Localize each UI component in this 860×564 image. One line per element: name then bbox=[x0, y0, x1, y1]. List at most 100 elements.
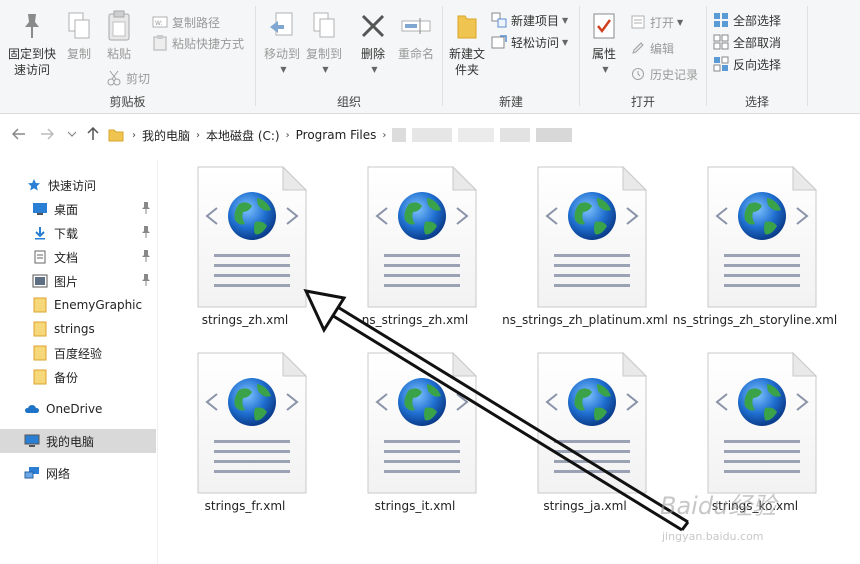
move-to-button[interactable]: 移动到 ▼ bbox=[260, 10, 304, 78]
open-button[interactable]: 打开 ▼ bbox=[630, 12, 683, 32]
properties-button[interactable]: 属性 ▼ bbox=[586, 10, 622, 78]
sidebar-item-backup[interactable]: 备份 bbox=[0, 365, 156, 389]
chevron-down-icon: ▼ bbox=[562, 15, 569, 25]
paste-label: 粘贴 bbox=[106, 47, 131, 61]
breadcrumb-program-files[interactable]: Program Files bbox=[296, 128, 377, 142]
rename-icon bbox=[400, 10, 432, 42]
delete-button[interactable]: 删除 ▼ bbox=[356, 10, 390, 78]
invert-selection-button[interactable]: 反向选择 bbox=[713, 54, 781, 74]
file-name: strings_ja.xml bbox=[543, 499, 627, 513]
rename-button[interactable]: 重命名 bbox=[394, 10, 438, 62]
select-none-button[interactable]: 全部取消 bbox=[713, 32, 781, 52]
file-item[interactable]: ns_strings_zh.xml bbox=[330, 160, 500, 346]
new-item-label: 新建项目 bbox=[511, 13, 560, 28]
pin-icon[interactable] bbox=[140, 225, 152, 239]
sidebar-item-desktop[interactable]: 桌面 bbox=[0, 197, 156, 221]
breadcrumb-this-pc[interactable]: 我的电脑 bbox=[142, 127, 190, 144]
file-item[interactable]: strings_zh.xml bbox=[160, 160, 330, 346]
xml-file-icon bbox=[707, 166, 817, 308]
pin-icon[interactable] bbox=[140, 201, 152, 215]
sidebar-item-enemygraphic[interactable]: EnemyGraphic bbox=[0, 293, 156, 317]
pin-quick-access-button[interactable]: 固定到快速访问 bbox=[6, 10, 58, 78]
sidebar-item-label: 下载 bbox=[54, 226, 79, 241]
edit-label: 编辑 bbox=[650, 41, 675, 56]
select-all-label: 全部选择 bbox=[733, 13, 782, 28]
navigation-bar: › 我的电脑 › 本地磁盘 (C:) › Program Files › bbox=[0, 115, 860, 153]
cut-button[interactable]: 剪切 bbox=[106, 68, 150, 88]
easy-access-label: 轻松访问 bbox=[511, 35, 560, 50]
invert-selection-label: 反向选择 bbox=[733, 57, 782, 72]
forward-arrow-icon[interactable] bbox=[38, 125, 56, 143]
chevron-down-icon: ▼ bbox=[602, 65, 609, 74]
recent-locations-chevron-icon[interactable] bbox=[63, 125, 81, 143]
file-item[interactable]: ns_strings_zh_storyline.xml bbox=[670, 160, 840, 346]
clipboard-group: 固定到快速访问 复制 粘贴 W: 复制路径 粘贴快捷方式 剪切 剪贴板 bbox=[0, 0, 255, 114]
document-icon bbox=[32, 249, 48, 265]
sidebar-item-downloads[interactable]: 下载 bbox=[0, 221, 156, 245]
file-item[interactable]: strings_ko.xml bbox=[670, 346, 840, 532]
easy-access-button[interactable]: 轻松访问 ▼ bbox=[491, 32, 568, 52]
file-item[interactable]: ns_strings_zh_platinum.xml bbox=[500, 160, 670, 346]
file-item[interactable]: strings_it.xml bbox=[330, 346, 500, 532]
cloud-icon bbox=[24, 401, 40, 417]
back-arrow-icon[interactable] bbox=[10, 125, 28, 143]
file-item[interactable]: strings_ja.xml bbox=[500, 346, 670, 532]
redacted-crumb bbox=[500, 128, 531, 142]
xml-file-icon bbox=[197, 166, 307, 308]
svg-text:W:: W: bbox=[155, 20, 163, 27]
paste-shortcut-button[interactable]: 粘贴快捷方式 bbox=[152, 33, 244, 53]
new-group-label: 新建 bbox=[498, 95, 523, 109]
sidebar-item-label: 百度经验 bbox=[54, 346, 103, 361]
clipboard-group-label: 剪贴板 bbox=[109, 95, 146, 109]
sidebar-item-strings[interactable]: strings bbox=[0, 317, 156, 341]
copy-icon bbox=[63, 10, 95, 42]
new-folder-button[interactable]: 新建文件夹 bbox=[445, 10, 489, 78]
xml-file-icon bbox=[537, 352, 647, 494]
pin-icon[interactable] bbox=[140, 249, 152, 263]
up-arrow-icon[interactable] bbox=[84, 125, 102, 143]
open-label: 打开 bbox=[650, 15, 675, 30]
sidebar-item-documents[interactable]: 文档 bbox=[0, 245, 156, 269]
sidebar-item-baidu-jingyan[interactable]: 百度经验 bbox=[0, 341, 156, 365]
sidebar-item-label: 快速访问 bbox=[48, 178, 97, 193]
organize-group-label: 组织 bbox=[336, 95, 361, 109]
desktop-icon bbox=[32, 201, 48, 217]
file-item[interactable]: strings_fr.xml bbox=[160, 346, 330, 532]
copy-to-button[interactable]: 复制到 ▼ bbox=[302, 10, 346, 78]
download-icon bbox=[32, 225, 48, 241]
new-item-button[interactable]: 新建项目 ▼ bbox=[491, 10, 568, 30]
sidebar-item-label: strings bbox=[54, 322, 95, 336]
select-all-button[interactable]: 全部选择 bbox=[713, 10, 781, 30]
pane-divider bbox=[157, 160, 158, 564]
invert-selection-icon bbox=[713, 56, 729, 72]
redacted-crumb bbox=[536, 128, 573, 142]
file-name: strings_ko.xml bbox=[711, 499, 799, 513]
rename-label: 重命名 bbox=[397, 47, 434, 61]
address-bar[interactable]: › 我的电脑 › 本地磁盘 (C:) › Program Files › bbox=[104, 123, 860, 147]
new-group: 新建文件夹 新建项目 ▼ 轻松访问 ▼ 新建 bbox=[443, 0, 579, 114]
sidebar-item-this-pc[interactable]: 我的电脑 bbox=[0, 429, 156, 453]
properties-icon bbox=[588, 10, 620, 42]
paste-shortcut-icon bbox=[152, 35, 168, 51]
sidebar-item-onedrive[interactable]: OneDrive bbox=[0, 397, 156, 421]
sidebar-item-pictures[interactable]: 图片 bbox=[0, 269, 156, 293]
copy-path-button[interactable]: W: 复制路径 bbox=[152, 12, 220, 32]
breadcrumb-chevron-icon: › bbox=[196, 129, 201, 141]
new-folder-icon bbox=[451, 10, 483, 42]
breadcrumb-local-disk[interactable]: 本地磁盘 (C:) bbox=[206, 127, 280, 144]
open-group-label: 打开 bbox=[630, 95, 655, 109]
copy-button[interactable]: 复制 bbox=[62, 10, 96, 62]
history-label: 历史记录 bbox=[650, 67, 699, 82]
sidebar-item-network[interactable]: 网络 bbox=[0, 461, 156, 485]
sidebar-item-quick-access[interactable]: 快速访问 bbox=[0, 173, 156, 197]
edit-button[interactable]: 编辑 bbox=[630, 38, 674, 58]
folder-icon bbox=[32, 345, 48, 361]
paste-button[interactable]: 粘贴 bbox=[102, 10, 136, 62]
picture-icon bbox=[32, 273, 48, 289]
sidebar-item-label: 图片 bbox=[54, 274, 79, 289]
history-button[interactable]: 历史记录 bbox=[630, 64, 698, 84]
copy-label: 复制 bbox=[66, 47, 91, 61]
paste-shortcut-label: 粘贴快捷方式 bbox=[172, 36, 245, 51]
folder-icon bbox=[32, 297, 48, 313]
pin-icon[interactable] bbox=[140, 273, 152, 287]
